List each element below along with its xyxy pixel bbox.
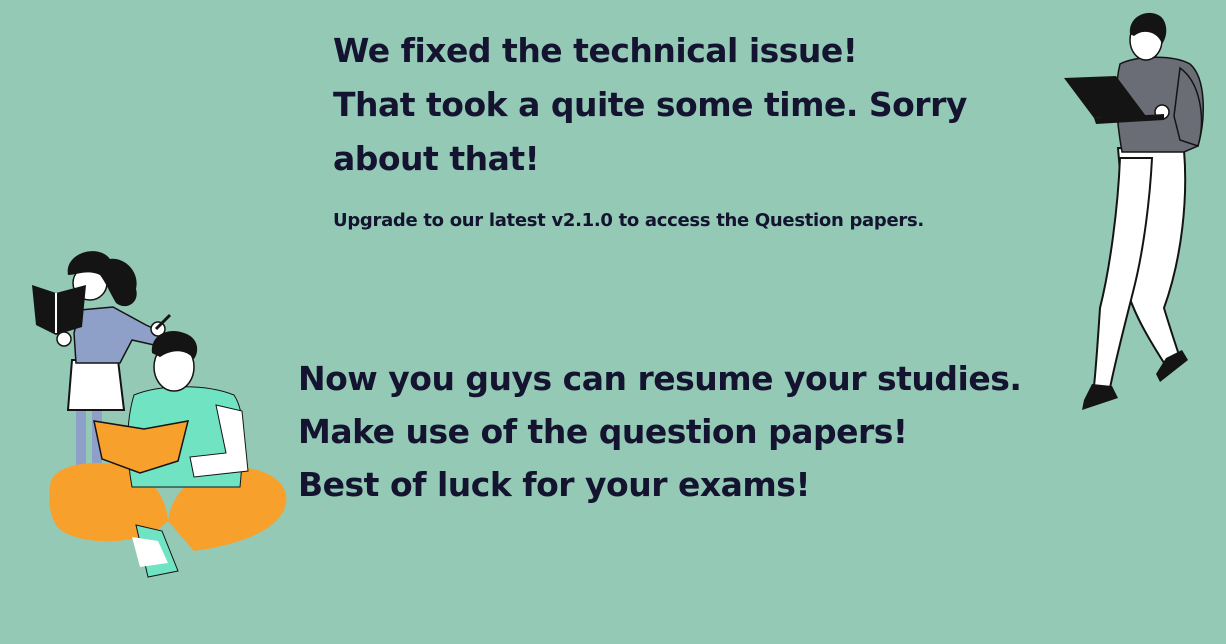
- message-line-1: Now you guys can resume your studies.: [298, 359, 1022, 398]
- girl-skirt: [66, 359, 126, 411]
- book-icon: [32, 285, 86, 335]
- students-studying-illustration: [32, 251, 287, 578]
- headline: We fixed the technical issue! That took …: [333, 24, 1033, 186]
- shoe-icon: [1082, 384, 1118, 410]
- man-with-laptop-illustration: [1064, 12, 1204, 410]
- message-line-3: Best of luck for your exams!: [298, 465, 811, 504]
- message-line-2: Make use of the question papers!: [298, 412, 908, 451]
- headline-line-3: about that!: [333, 139, 540, 178]
- headline-line-2: That took a quite some time. Sorry: [333, 85, 967, 124]
- girl-hand: [56, 331, 72, 347]
- encouragement-message: Now you guys can resume your studies. Ma…: [298, 352, 1058, 511]
- upgrade-note: Upgrade to our latest v2.1.0 to access t…: [333, 210, 924, 231]
- headline-line-1: We fixed the technical issue!: [333, 31, 858, 70]
